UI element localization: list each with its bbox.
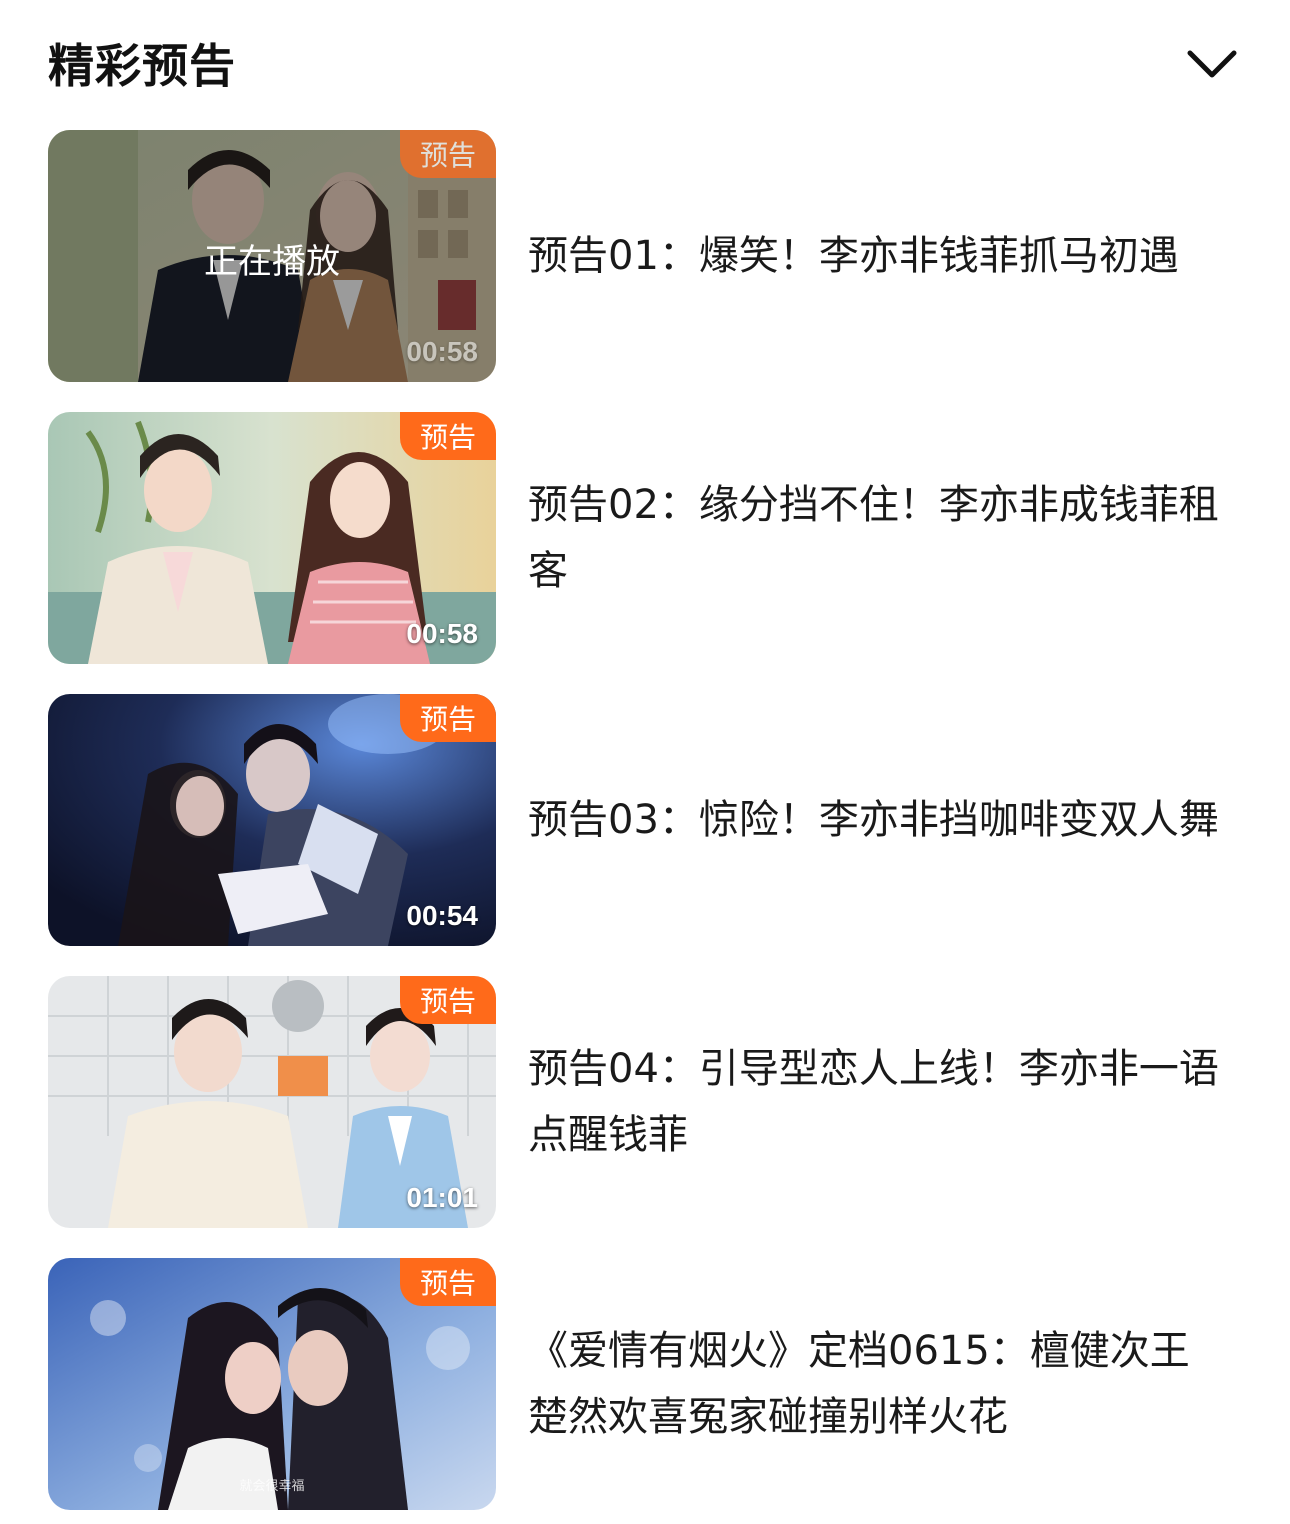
trailer-thumbnail-4[interactable]: 预告 01:01 (48, 976, 496, 1228)
trailer-badge: 预告 (400, 976, 496, 1024)
trailer-badge: 预告 (400, 694, 496, 742)
trailer-item-5[interactable]: 预告 就会很幸福 《爱情有烟火》定档0615：檀健次王楚然欢喜冤家碰撞别样火花 (48, 1258, 1242, 1510)
panel-header: 精彩预告 (48, 22, 1242, 102)
trailer-thumbnail-2[interactable]: 预告 00:58 (48, 412, 496, 664)
video-duration: 00:58 (406, 336, 478, 367)
trailer-title-2[interactable]: 预告02：缘分挡不住！李亦非成钱菲租客 (528, 472, 1228, 604)
trailer-badge: 预告 (400, 412, 496, 460)
trailer-title-4[interactable]: 预告04：引导型恋人上线！李亦非一语点醒钱菲 (528, 1036, 1228, 1168)
trailer-thumbnail-5[interactable]: 预告 就会很幸福 (48, 1258, 496, 1510)
video-duration: 00:54 (406, 900, 478, 931)
trailer-item-1[interactable]: 正在播放 预告 00:58 预告01：爆笑！李亦非钱菲抓马初遇 (48, 130, 1242, 382)
trailer-badge: 预告 (400, 130, 496, 178)
trailer-item-3[interactable]: 预告 00:54 预告03：惊险！李亦非挡咖啡变双人舞 (48, 694, 1242, 946)
video-duration: 00:58 (406, 618, 478, 649)
trailer-panel: 精彩预告 正在播放 预告 00:58 预告01：爆笑！李亦非钱菲抓马初遇 预告 … (0, 0, 1290, 1524)
page-title: 精彩预告 (48, 39, 236, 93)
collapse-button[interactable] (1182, 34, 1242, 94)
video-caption: 就会很幸福 (239, 1479, 305, 1494)
trailer-thumbnail-3[interactable]: 预告 00:54 (48, 694, 496, 946)
chevron-down-icon (1187, 50, 1237, 78)
trailer-title-3[interactable]: 预告03：惊险！李亦非挡咖啡变双人舞 (528, 787, 1228, 853)
video-duration: 01:01 (406, 1182, 478, 1213)
now-playing-label: 正在播放 (204, 242, 340, 282)
trailer-list: 正在播放 预告 00:58 预告01：爆笑！李亦非钱菲抓马初遇 预告 00:58… (48, 130, 1242, 1524)
trailer-title-1[interactable]: 预告01：爆笑！李亦非钱菲抓马初遇 (528, 223, 1228, 289)
trailer-thumbnail-1[interactable]: 正在播放 预告 00:58 (48, 130, 496, 382)
trailer-title-5[interactable]: 《爱情有烟火》定档0615：檀健次王楚然欢喜冤家碰撞别样火花 (528, 1318, 1228, 1450)
trailer-item-4[interactable]: 预告 01:01 预告04：引导型恋人上线！李亦非一语点醒钱菲 (48, 976, 1242, 1228)
trailer-item-2[interactable]: 预告 00:58 预告02：缘分挡不住！李亦非成钱菲租客 (48, 412, 1242, 664)
trailer-badge: 预告 (400, 1258, 496, 1306)
